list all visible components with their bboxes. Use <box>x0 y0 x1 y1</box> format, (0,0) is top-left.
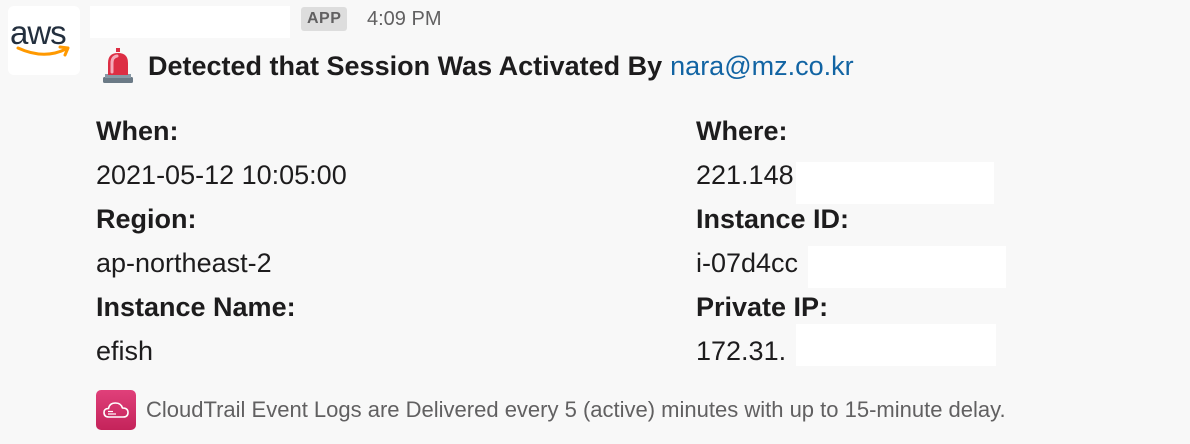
instance-id-redaction <box>808 246 1006 288</box>
aws-smile-icon <box>16 45 70 57</box>
when-label: When: <box>96 116 179 146</box>
instance-name-value: efish <box>96 336 154 366</box>
message-footer: CloudTrail Event Logs are Delivered ever… <box>96 390 1006 430</box>
message-title-text: Detected that Session Was Activated By <box>148 50 663 81</box>
message-timestamp[interactable]: 4:09 PM <box>367 8 441 31</box>
where-label: Where: <box>696 116 788 146</box>
instance-id-label: Instance ID: <box>696 204 850 234</box>
rotating-light-icon <box>103 48 133 83</box>
instance-id-value: i-07d4cc <box>696 248 799 278</box>
region-label: Region: <box>96 204 197 234</box>
where-redaction <box>796 162 994 204</box>
instance-name-label: Instance Name: <box>96 292 296 322</box>
private-ip-value: 172.31. <box>696 336 787 366</box>
region-value: ap-northeast-2 <box>96 248 272 278</box>
sender-name-redaction <box>90 6 290 38</box>
app-badge: APP <box>301 7 348 31</box>
when-value: 2021-05-12 10:05:00 <box>96 160 347 190</box>
aws-avatar[interactable]: aws <box>8 6 80 75</box>
cloudtrail-icon <box>96 390 136 430</box>
message-title: Detected that Session Was Activated By n… <box>100 46 854 86</box>
where-value: 221.148 <box>696 160 794 190</box>
private-ip-label: Private IP: <box>696 292 829 322</box>
user-email-link[interactable]: nara@mz.co.kr <box>670 51 853 82</box>
footer-text: CloudTrail Event Logs are Delivered ever… <box>146 397 1006 422</box>
private-ip-redaction <box>796 324 996 366</box>
